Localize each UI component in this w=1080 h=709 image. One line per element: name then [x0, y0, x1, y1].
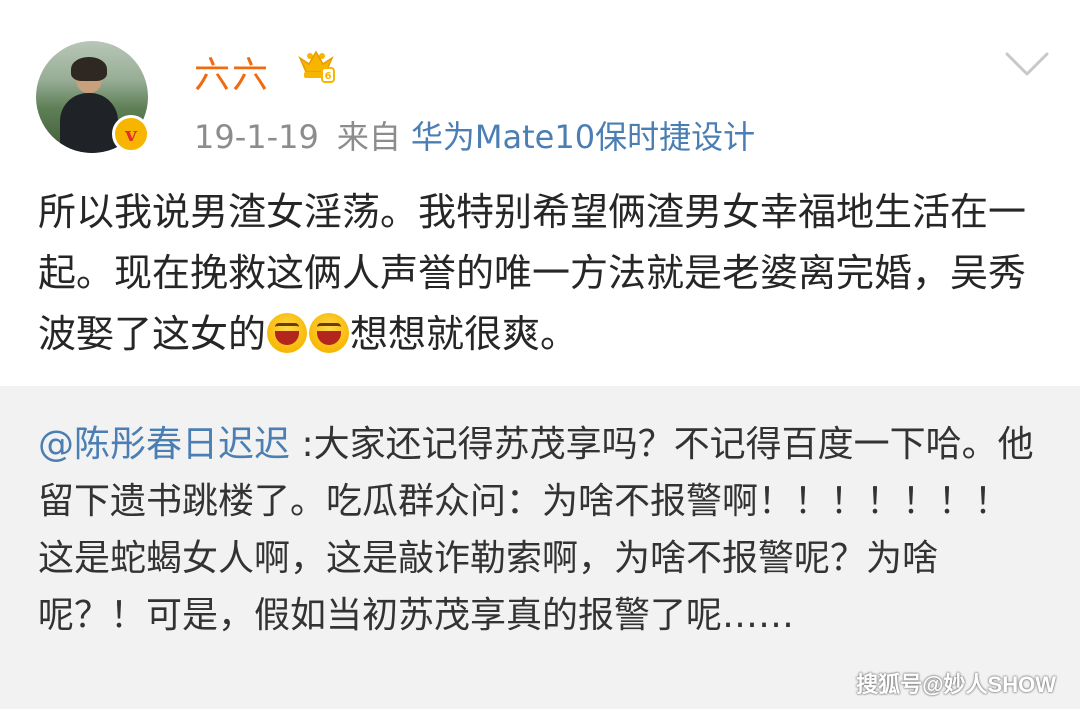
repost-mention[interactable]: @陈彤春日迟迟: [38, 424, 290, 465]
post-text-part2: 想想就很爽。: [350, 312, 579, 356]
chevron-down-icon[interactable]: [1004, 50, 1050, 78]
author-name[interactable]: 六六: [194, 46, 270, 98]
repost-text: @陈彤春日迟迟 :大家还记得苏茂享吗？不记得百度一下哈。他留下遗书跳楼了。吃瓜群…: [38, 416, 1038, 644]
watermark: 搜狐号@妙人SHOW: [856, 672, 1056, 697]
svg-text:6: 6: [325, 71, 332, 82]
post-text: 所以我说男渣女淫荡。我特别希望俩渣男女幸福地生活在一起。现在挽救这俩人声誉的唯一…: [38, 182, 1048, 365]
laughing-emoji: [309, 313, 350, 353]
laughing-emoji: [267, 313, 308, 353]
avatar-figure-body: [60, 93, 118, 153]
author-avatar[interactable]: v: [36, 41, 150, 153]
weibo-post: v 六六 6 19-1-19 来自 华为Mate10保时捷设计 所以我说男渣女淫荡。…: [0, 0, 1080, 709]
verified-badge-icon: v: [112, 115, 150, 153]
vip-crown-icon: 6: [298, 50, 335, 83]
post-date: 19-1-19: [194, 118, 319, 156]
post-source-label: 来自: [336, 118, 401, 156]
avatar-figure-hair: [71, 57, 107, 81]
repost-box[interactable]: @陈彤春日迟迟 :大家还记得苏茂享吗？不记得百度一下哈。他留下遗书跳楼了。吃瓜群…: [0, 386, 1080, 709]
post-meta: 19-1-19 来自 华为Mate10保时捷设计: [194, 112, 755, 158]
post-source-device[interactable]: 华为Mate10保时捷设计: [411, 118, 755, 156]
